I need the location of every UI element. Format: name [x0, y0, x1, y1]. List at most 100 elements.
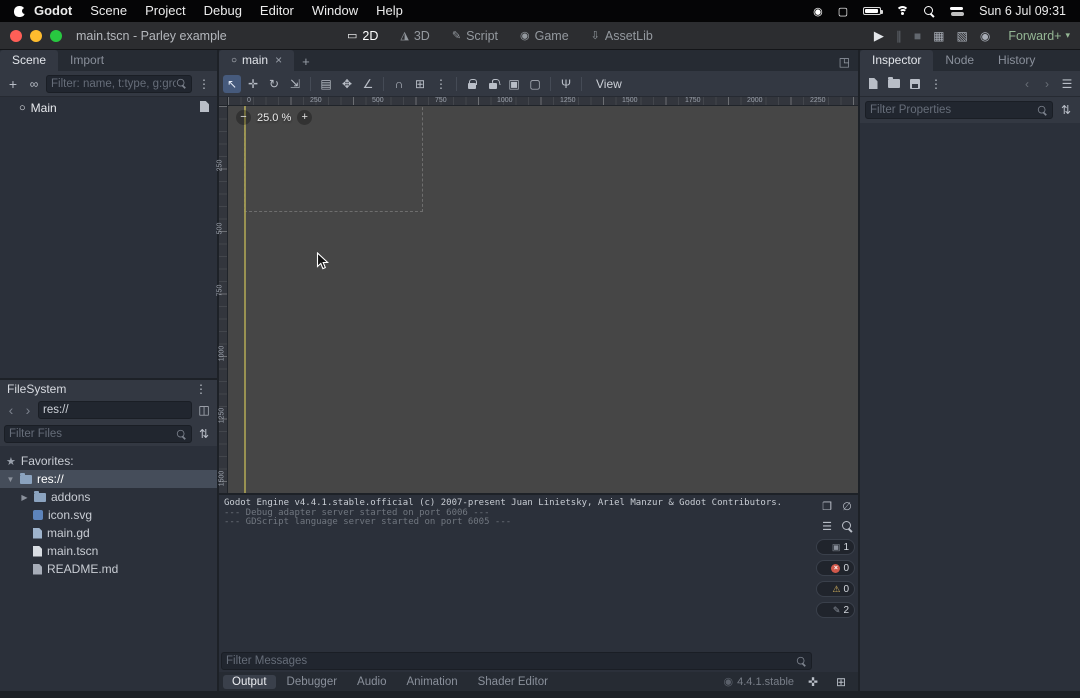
view-menu-button[interactable]: View	[588, 77, 630, 91]
display-icon[interactable]: ▢	[838, 5, 848, 18]
scene-filter-input[interactable]	[51, 78, 176, 90]
horizontal-ruler[interactable]: 0 250 500 750 1000 1250 1500 1750 2000 2…	[228, 97, 858, 106]
scale-tool-button[interactable]: ⇲	[286, 75, 304, 93]
message-filter-input[interactable]	[226, 655, 796, 667]
collapse-duplicates-button[interactable]: ☰	[819, 518, 835, 534]
grid-snap-button[interactable]: ⊞	[411, 75, 429, 93]
bottom-tab-output[interactable]: Output	[223, 675, 276, 689]
unlock-selected-button[interactable]	[484, 75, 502, 93]
skeleton-options-button[interactable]: Ψ	[557, 75, 575, 93]
tab-node[interactable]: Node	[933, 50, 986, 71]
menu-editor[interactable]: Editor	[251, 0, 303, 22]
zoom-in-button[interactable]: +	[297, 110, 312, 125]
bottom-tab-shader-editor[interactable]: Shader Editor	[469, 675, 557, 689]
menu-help[interactable]: Help	[367, 0, 412, 22]
history-forward-button[interactable]: ›	[1038, 75, 1056, 93]
vertical-ruler[interactable]: 250 500 750 1000 1250 1500	[219, 106, 228, 493]
object-history-button[interactable]: ☰	[1058, 75, 1076, 93]
file-row-res[interactable]: ▼ res://	[0, 470, 217, 488]
close-tab-icon[interactable]: ×	[275, 53, 282, 67]
menu-debug[interactable]: Debug	[195, 0, 251, 22]
workspace-tab-3d[interactable]: ◮3D	[393, 22, 436, 50]
filesystem-menu-button[interactable]: ⋮	[192, 380, 210, 398]
ruler-tool-button[interactable]: ∠	[359, 75, 377, 93]
file-sort-button[interactable]: ⇅	[195, 425, 213, 443]
move-tool-button[interactable]: ✛	[244, 75, 262, 93]
menubar-clock[interactable]: Sun 6 Jul 09:31	[979, 4, 1066, 18]
back-button[interactable]: ‹	[4, 402, 18, 418]
collapse-arrow-icon[interactable]: ▼	[6, 475, 15, 484]
zoom-out-button[interactable]: −	[236, 110, 251, 125]
stop-button[interactable]: ■	[914, 30, 921, 42]
file-row-main-gd[interactable]: main.gd	[0, 524, 217, 542]
add-node-button[interactable]: +	[4, 75, 22, 93]
menu-scene[interactable]: Scene	[81, 0, 136, 22]
path-input[interactable]	[43, 404, 187, 416]
load-resource-button[interactable]	[885, 75, 903, 93]
workspace-tab-game[interactable]: ◉Game	[513, 22, 576, 50]
file-row-icon-svg[interactable]: icon.svg	[0, 506, 217, 524]
distraction-free-button[interactable]: ◳	[831, 53, 858, 71]
resource-options-button[interactable]: ⋮	[927, 75, 945, 93]
play-button[interactable]: ▶	[874, 29, 884, 42]
workspace-tab-script[interactable]: ✎Script	[445, 22, 505, 50]
expand-panel-button[interactable]: ⊞	[832, 673, 850, 691]
split-view-button[interactable]: ◫	[195, 401, 213, 419]
scene-tree-row-main[interactable]: ○ Main	[0, 97, 217, 119]
snap-options-button[interactable]: ⋮	[432, 75, 450, 93]
attached-script-icon[interactable]	[200, 101, 209, 115]
bottom-tab-audio[interactable]: Audio	[348, 675, 395, 689]
version-label[interactable]: ◉ 4.4.1.stable	[724, 675, 794, 688]
instantiate-scene-button[interactable]: ∞	[25, 75, 43, 93]
scene-dock-menu-button[interactable]: ⋮	[195, 75, 213, 93]
new-scene-tab-button[interactable]: +	[294, 52, 318, 71]
zoom-level-label[interactable]: 25.0 %	[257, 112, 291, 124]
clear-log-button[interactable]: ∅	[839, 498, 855, 514]
ungroup-selected-button[interactable]: ▢	[526, 75, 544, 93]
tab-scene[interactable]: Scene	[0, 50, 58, 71]
tab-history[interactable]: History	[986, 50, 1047, 71]
expand-arrow-icon[interactable]: ▶	[20, 493, 29, 502]
screen-record-icon[interactable]: ◉	[813, 5, 823, 18]
rotate-tool-button[interactable]: ↻	[265, 75, 283, 93]
file-filter-input[interactable]	[9, 428, 176, 440]
group-selected-button[interactable]: ▣	[505, 75, 523, 93]
tab-inspector[interactable]: Inspector	[860, 50, 933, 71]
workspace-tab-assetlib[interactable]: ⇩AssetLib	[584, 22, 660, 50]
minimize-window-button[interactable]	[30, 30, 42, 42]
renderer-dropdown[interactable]: Forward+ ▾	[1002, 29, 1070, 43]
favorites-row[interactable]: ★ Favorites:	[0, 452, 217, 470]
lock-selected-button[interactable]	[463, 75, 481, 93]
list-select-button[interactable]: ▤	[317, 75, 335, 93]
workspace-tab-2d[interactable]: ▭2D	[340, 22, 385, 50]
file-row-readme[interactable]: README.md	[0, 560, 217, 578]
property-filter-input[interactable]	[870, 104, 1037, 116]
warnings-count-badge[interactable]: ⚠ 0	[816, 581, 855, 597]
menu-window[interactable]: Window	[303, 0, 367, 22]
control-center-icon[interactable]	[950, 7, 964, 16]
zoom-window-button[interactable]	[50, 30, 62, 42]
output-log[interactable]: Godot Engine v4.4.1.stable.official (c) …	[219, 495, 814, 650]
close-window-button[interactable]	[10, 30, 22, 42]
play-custom-scene-button[interactable]: ▧	[956, 30, 967, 42]
property-sort-button[interactable]: ⇅	[1057, 101, 1075, 119]
forward-button[interactable]: ›	[21, 402, 35, 418]
wifi-icon[interactable]	[896, 6, 909, 16]
new-resource-button[interactable]	[864, 75, 882, 93]
play-scene-button[interactable]: ▦	[933, 30, 944, 42]
2d-canvas[interactable]: − 25.0 % +	[228, 106, 858, 493]
messages-count-badge[interactable]: ▣ 1	[816, 539, 855, 555]
movie-maker-button[interactable]: ◉	[980, 30, 990, 42]
copy-log-button[interactable]: ❐	[819, 498, 835, 514]
spotlight-search-icon[interactable]	[924, 6, 935, 17]
history-back-button[interactable]: ‹	[1018, 75, 1036, 93]
apple-menu[interactable]	[14, 6, 25, 17]
menu-project[interactable]: Project	[136, 0, 194, 22]
select-tool-button[interactable]: ↖	[223, 75, 241, 93]
bottom-tab-debugger[interactable]: Debugger	[278, 675, 347, 689]
pan-tool-button[interactable]: ✥	[338, 75, 356, 93]
pause-button[interactable]: ∥	[896, 30, 902, 42]
save-resource-button[interactable]	[906, 75, 924, 93]
pin-panel-button[interactable]: ✜	[804, 673, 822, 691]
menu-godot[interactable]: Godot	[25, 0, 81, 22]
